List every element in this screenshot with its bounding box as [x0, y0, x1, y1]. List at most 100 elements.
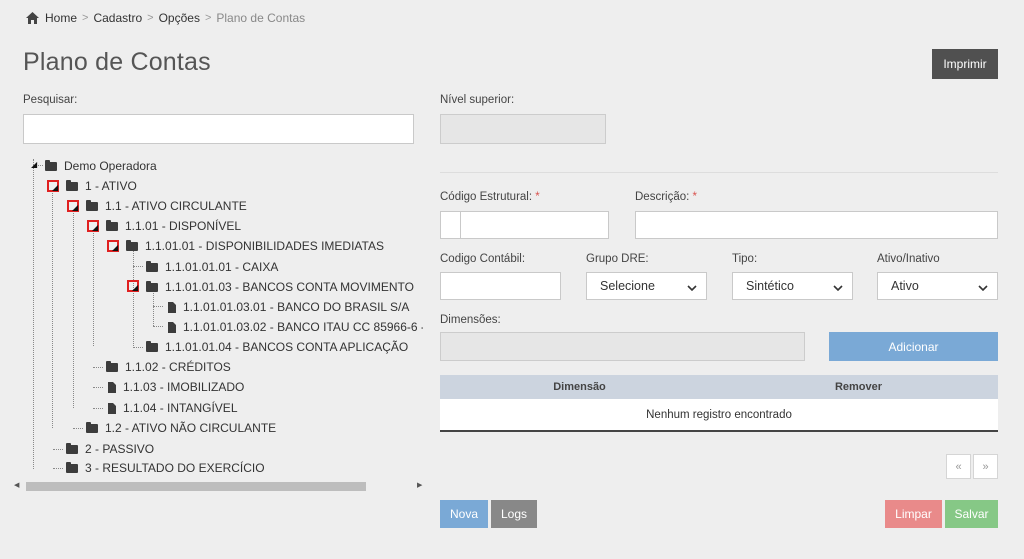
- breadcrumb-current: Plano de Contas: [216, 11, 306, 25]
- scroll-right-arrow[interactable]: ▶: [417, 481, 422, 489]
- tree-node-label: 1.2 - ATIVO NÃO CIRCULANTE: [105, 421, 277, 435]
- file-icon: [168, 321, 176, 333]
- folder-icon: [146, 260, 158, 272]
- descricao-input[interactable]: [635, 211, 998, 239]
- file-icon: [108, 381, 116, 393]
- ativo-inativo-label: Ativo/Inativo: [877, 253, 940, 265]
- divider: [440, 172, 998, 173]
- folder-icon: [146, 280, 158, 292]
- folder-icon: [126, 239, 138, 251]
- codigo-estrutural-label: Código Estrutural: *: [440, 191, 540, 203]
- add-dimension-button[interactable]: Adicionar: [829, 332, 998, 361]
- tree-toggle-root[interactable]: ◢: [28, 159, 40, 171]
- tree-toggle-bancos-movimento[interactable]: ◢: [127, 280, 139, 292]
- folder-icon: [146, 340, 158, 352]
- codigo-contabil-label: Codigo Contábil:: [440, 253, 526, 265]
- search-label: Pesquisar:: [23, 94, 78, 106]
- nivel-superior-field: [440, 114, 606, 144]
- tree-node[interactable]: 1.1.04 - INTANGÍVEL: [108, 399, 238, 417]
- tree-node[interactable]: 1.1 - ATIVO CIRCULANTE: [86, 197, 247, 215]
- tree-node[interactable]: 1 - ATIVO: [66, 177, 137, 195]
- tree-node[interactable]: 1.1.01.01.01 - CAIXA: [146, 258, 278, 276]
- tree-toggle-disponibilidades[interactable]: ◢: [107, 240, 119, 252]
- dimensoes-label: Dimensões:: [440, 314, 501, 326]
- horizontal-scrollbar[interactable]: [26, 482, 366, 491]
- scroll-left-arrow[interactable]: ◀: [14, 481, 19, 489]
- logs-button[interactable]: Logs: [491, 500, 537, 528]
- tree-toggle-ativo[interactable]: ◢: [47, 180, 59, 192]
- folder-icon: [45, 159, 57, 171]
- tree-node[interactable]: 1.1.01.01.03.01 - BANCO DO BRASIL S/A: [168, 298, 409, 316]
- tree-node-label: 1.1.01 - DISPONÍVEL: [125, 219, 242, 233]
- tree-node-label: 1.1.01.01.01 - CAIXA: [165, 260, 279, 274]
- tree-toggle-disponivel[interactable]: ◢: [87, 220, 99, 232]
- page-title: Plano de Contas: [23, 48, 211, 76]
- breadcrumb-cadastro[interactable]: Cadastro: [93, 11, 142, 25]
- tree-node-label: 1.1.02 - CRÉDITOS: [125, 360, 231, 374]
- breadcrumb: Home > Cadastro > Opções > Plano de Cont…: [26, 11, 305, 25]
- ativo-inativo-select[interactable]: Ativo: [877, 272, 998, 300]
- tree-node[interactable]: 1.1.01.01.03 - BANCOS CONTA MOVIMENTO: [146, 278, 414, 296]
- tree-toggle-ativo-circulante[interactable]: ◢: [67, 200, 79, 212]
- new-button[interactable]: Nova: [440, 500, 488, 528]
- grupo-dre-value: Selecione: [600, 279, 655, 293]
- clear-button[interactable]: Limpar: [885, 500, 942, 528]
- table-empty-row: Nenhum registro encontrado: [440, 399, 998, 432]
- tree-node[interactable]: 1.1.03 - IMOBILIZADO: [108, 378, 244, 396]
- pagination-next[interactable]: »: [973, 454, 998, 479]
- nivel-superior-label: Nível superior:: [440, 94, 515, 106]
- file-icon: [108, 402, 116, 414]
- folder-icon: [66, 442, 78, 454]
- file-icon: [168, 301, 176, 313]
- dimensions-table: Dimensão Remover Nenhum registro encontr…: [440, 375, 998, 432]
- pagination-prev[interactable]: «: [946, 454, 971, 479]
- tree-node[interactable]: 2 - PASSIVO: [66, 440, 154, 458]
- tipo-select[interactable]: Sintético: [732, 272, 853, 300]
- pagination: « »: [946, 454, 998, 479]
- codigo-contabil-input[interactable]: [440, 272, 561, 300]
- descricao-label: Descrição: *: [635, 191, 698, 203]
- tree-node-label: 1 - ATIVO: [85, 179, 137, 193]
- breadcrumb-separator: >: [147, 12, 154, 24]
- tree-node-label: 1.1.04 - INTANGÍVEL: [123, 401, 238, 415]
- folder-icon: [86, 421, 98, 433]
- tree-node[interactable]: 1.1.01.01.03.02 - BANCO ITAU CC 85966-6 …: [168, 318, 423, 336]
- tree-node-label: 1.1 - ATIVO CIRCULANTE: [105, 199, 247, 213]
- tree-node[interactable]: 1.1.01.01 - DISPONIBILIDADES IMEDIATAS: [126, 237, 384, 255]
- tree-node[interactable]: 1.1.01 - DISPONÍVEL: [106, 217, 241, 235]
- tree-node-label: 1.1.03 - IMOBILIZADO: [123, 380, 245, 394]
- folder-icon: [66, 461, 78, 473]
- account-tree: ◢ ◢ ◢ ◢ ◢ ◢ Demo Operadora 1 - ATIVO 1.1…: [23, 150, 423, 480]
- grupo-dre-select[interactable]: Selecione: [586, 272, 707, 300]
- save-button[interactable]: Salvar: [945, 500, 998, 528]
- breadcrumb-opcoes[interactable]: Opções: [159, 11, 200, 25]
- grupo-dre-label: Grupo DRE:: [586, 253, 649, 265]
- tree-node-label: 1.1.01.01.04 - BANCOS CONTA APLICAÇÃO: [165, 340, 409, 354]
- breadcrumb-separator: >: [82, 12, 89, 24]
- chevron-down-icon: [833, 285, 843, 291]
- print-button[interactable]: Imprimir: [932, 49, 998, 79]
- chevron-down-icon: [978, 285, 988, 291]
- ativo-inativo-value: Ativo: [891, 279, 919, 293]
- folder-icon: [66, 179, 78, 191]
- home-icon[interactable]: [26, 12, 39, 24]
- tree-node-label: 2 - PASSIVO: [85, 442, 155, 456]
- tipo-value: Sintético: [746, 279, 794, 293]
- table-header: Dimensão Remover: [440, 375, 998, 399]
- dimensoes-field: [440, 332, 805, 361]
- folder-icon: [86, 199, 98, 211]
- tree-node[interactable]: 3 - RESULTADO DO EXERCÍCIO: [66, 459, 265, 477]
- tipo-label: Tipo:: [732, 253, 758, 265]
- tree-node[interactable]: 1.2 - ATIVO NÃO CIRCULANTE: [86, 419, 276, 437]
- tree-node-label: 1.1.01.01.03 - BANCOS CONTA MOVIMENTO: [165, 280, 414, 294]
- search-input[interactable]: [23, 114, 414, 144]
- breadcrumb-separator: >: [204, 12, 212, 24]
- tree-node[interactable]: 1.1.02 - CRÉDITOS: [106, 358, 231, 376]
- breadcrumb-home[interactable]: Home: [45, 11, 77, 25]
- tree-node-root[interactable]: Demo Operadora: [45, 157, 157, 175]
- tree-node-label: 1.1.01.01 - DISPONIBILIDADES IMEDIATAS: [145, 239, 384, 253]
- codigo-estrutural-input[interactable]: [460, 211, 609, 239]
- folder-icon: [106, 360, 118, 372]
- tree-node[interactable]: 1.1.01.01.04 - BANCOS CONTA APLICAÇÃO: [146, 338, 408, 356]
- tree-node-label: 1.1.01.01.03.01 - BANCO DO BRASIL S/A: [183, 300, 410, 314]
